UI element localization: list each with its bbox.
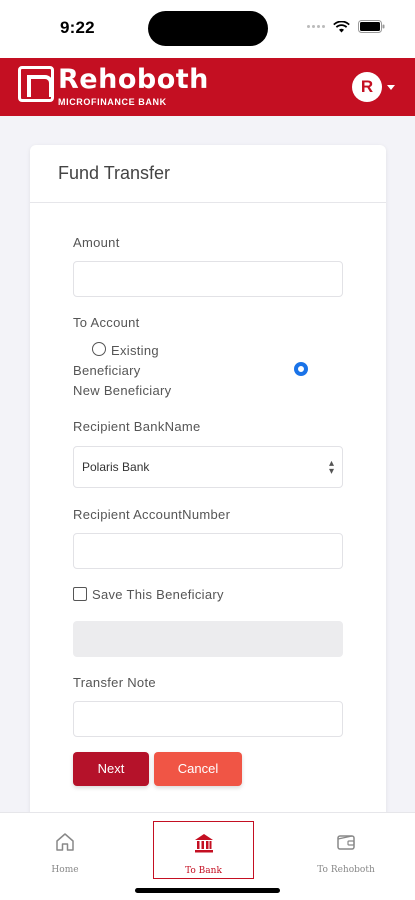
- dynamic-island: [148, 11, 268, 46]
- to-account-label: To Account: [73, 315, 140, 330]
- nav-label-to-rehoboth: To Rehoboth: [317, 865, 375, 875]
- select-chevrons-icon: ▴ ▾: [328, 458, 334, 477]
- nav-item-home[interactable]: Home: [20, 821, 110, 879]
- wifi-icon: [333, 20, 350, 32]
- transfer-note-input[interactable]: [73, 701, 343, 737]
- amount-label: Amount: [73, 235, 120, 250]
- nav-item-to-rehoboth[interactable]: To Rehoboth: [296, 821, 396, 879]
- existing-beneficiary-radio[interactable]: [92, 342, 106, 356]
- next-button[interactable]: Next: [73, 752, 149, 786]
- new-beneficiary-radio[interactable]: [294, 362, 308, 376]
- home-indicator: [135, 888, 280, 893]
- account-number-input[interactable]: [73, 533, 343, 569]
- brand-subtitle: MICROFINANCE BANK: [58, 97, 167, 107]
- card-header: Fund Transfer: [30, 145, 386, 203]
- brand-logo: Rehoboth MICROFINANCE BANK: [18, 64, 208, 110]
- cancel-button[interactable]: Cancel: [154, 752, 242, 786]
- logo-mark-icon: [18, 66, 54, 102]
- home-icon: [56, 833, 74, 851]
- caret-down-icon: [387, 84, 395, 90]
- nav-label-home: Home: [51, 865, 79, 875]
- account-number-label: Recipient AccountNumber: [73, 507, 231, 522]
- amount-input[interactable]: [73, 261, 343, 297]
- profile-logo-icon: [352, 72, 382, 102]
- bank-select-value: Polaris Bank: [82, 460, 150, 474]
- wallet-icon: [337, 835, 355, 850]
- app-header: Rehoboth MICROFINANCE BANK: [0, 58, 415, 116]
- fund-transfer-card: Fund Transfer Amount To Account Existing…: [30, 145, 386, 825]
- beneficiary-name-field: [73, 621, 343, 657]
- signal-icon: [307, 25, 325, 28]
- status-time: 9:22: [60, 18, 95, 37]
- save-beneficiary-checkbox[interactable]: [73, 587, 87, 601]
- save-beneficiary-label: Save This Beneficiary: [92, 587, 224, 602]
- bank-icon: [194, 834, 213, 853]
- existing-beneficiary-label: Existing: [111, 343, 159, 358]
- status-bar: 9:22: [0, 0, 415, 58]
- page-title: Fund Transfer: [58, 163, 171, 183]
- brand-name: Rehoboth: [58, 64, 209, 95]
- status-indicators: [307, 20, 385, 33]
- existing-beneficiary-label-cont: Beneficiary: [73, 363, 141, 378]
- transfer-note-label: Transfer Note: [73, 675, 156, 690]
- nav-item-to-bank[interactable]: To Bank: [153, 821, 254, 879]
- bottom-nav: Home To Bank To Rehoboth: [0, 812, 415, 900]
- bank-select[interactable]: Polaris Bank ▴ ▾: [73, 446, 343, 488]
- battery-icon: [358, 20, 385, 33]
- nav-label-to-bank: To Bank: [185, 866, 222, 876]
- new-beneficiary-label: New Beneficiary: [73, 383, 172, 398]
- profile-menu-button[interactable]: [352, 72, 395, 102]
- bank-name-label: Recipient BankName: [73, 419, 201, 434]
